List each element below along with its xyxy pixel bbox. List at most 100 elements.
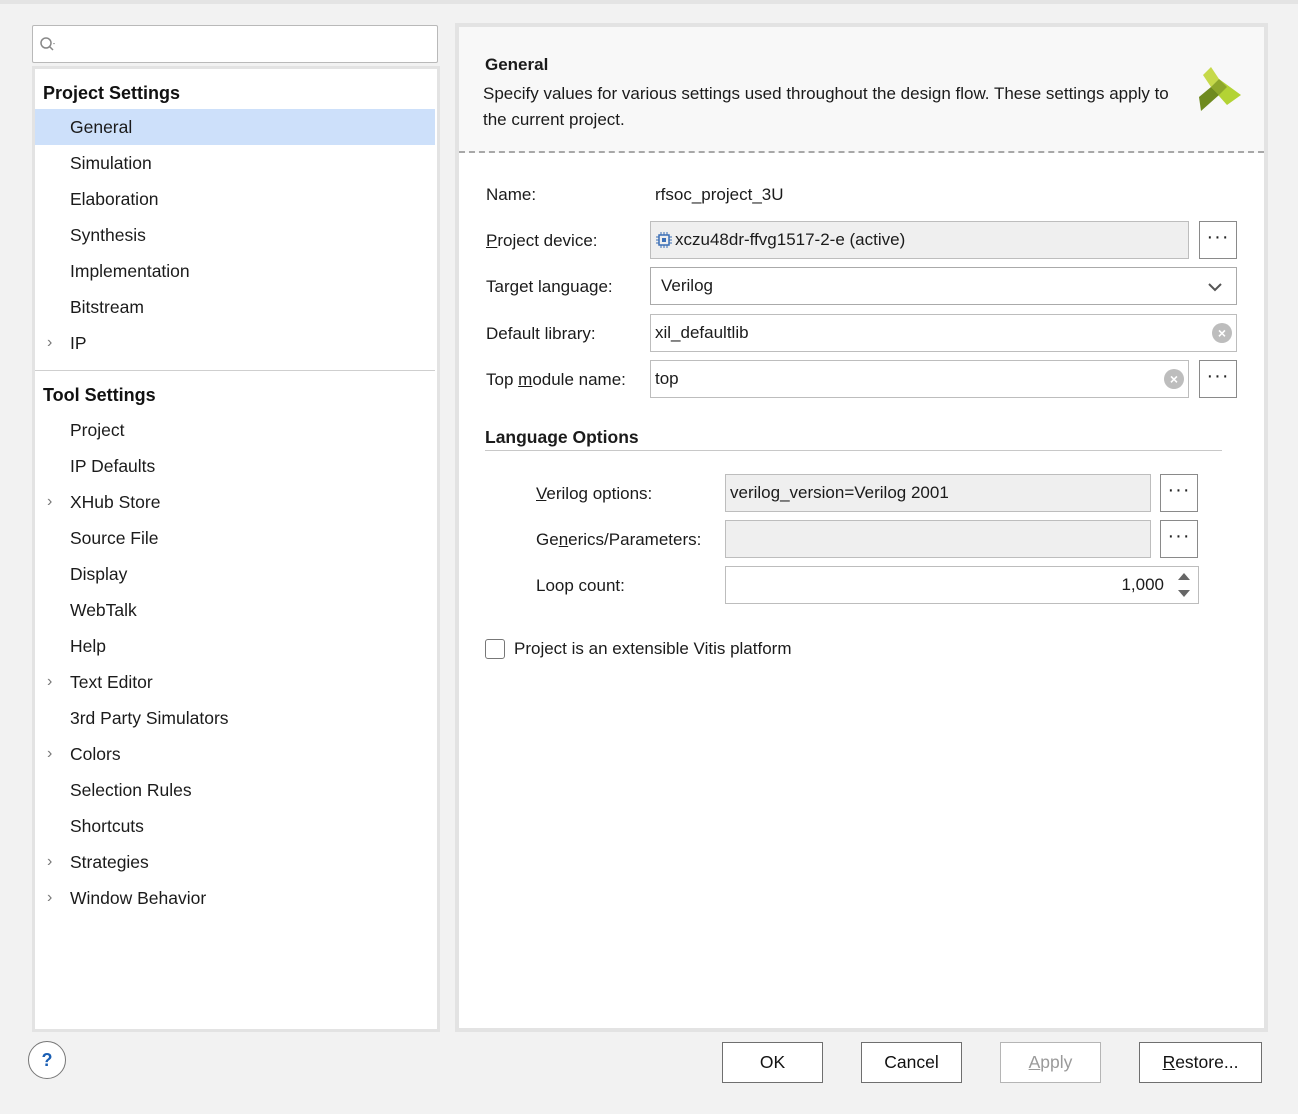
tree-item-label: Project [70,420,125,440]
mnemonic: P [486,231,498,250]
tree-item-label: Text Editor [70,672,153,692]
category-project-settings: Project Settings [43,83,181,103]
tree-item-webtalk[interactable]: WebTalk [35,592,435,628]
tree-item-label: XHub Store [70,492,161,512]
label-part: odule name: [532,370,626,389]
tree-item-text-editor[interactable]: › Text Editor [35,664,435,700]
project-device-label: Project device: [486,231,598,251]
target-language-dropdown[interactable]: Verilog [650,267,1237,305]
tree-item-display[interactable]: Display [35,556,435,592]
help-button[interactable]: ? [28,1041,66,1079]
tree-item-label: Simulation [70,153,152,173]
cancel-button[interactable]: Cancel [861,1042,962,1083]
general-settings-panel: General Specify values for various setti… [455,23,1268,1032]
tree-item-label: 3rd Party Simulators [70,708,229,728]
chevron-right-icon[interactable]: › [47,844,59,880]
tree-item-label: Colors [70,744,121,764]
vitis-platform-label: Project is an extensible Vitis platform [514,639,792,658]
name-label: Name: [486,185,537,204]
language-options-heading: Language Options [485,427,639,447]
tree-item-selection-rules[interactable]: Selection Rules [35,772,435,808]
tree-item-general[interactable]: General [35,109,435,145]
mnemonic: A [1028,1052,1041,1072]
loop-count-spinner[interactable]: 1,000 [725,566,1199,604]
tree-item-help[interactable]: Help [35,628,435,664]
verilog-options-field[interactable]: verilog_version=Verilog 2001 [725,474,1151,512]
tree-item-elaboration[interactable]: Elaboration [35,181,435,217]
default-library-value: xil_defaultlib [655,323,749,342]
panel-header: General Specify values for various setti… [459,27,1264,153]
tree-item-label: Help [70,636,106,656]
search-icon [40,37,55,51]
select-device-button[interactable]: ··· [1199,221,1237,259]
tree-item-label: Strategies [70,852,149,872]
page-title: General [485,55,549,74]
tree-item-label: Bitstream [70,297,144,317]
tree-item-label: Source File [70,528,159,548]
page-description: Specify values for various settings used… [483,84,1169,129]
apply-button[interactable]: Apply [1000,1042,1101,1083]
restore-button[interactable]: Restore... [1139,1042,1262,1083]
label-part: erics/Parameters: [568,530,702,549]
mnemonic: m [518,370,533,389]
chevron-right-icon[interactable]: › [47,736,59,772]
generics-parameters-field[interactable] [725,520,1151,558]
tree-item-label: Selection Rules [70,780,192,800]
tree-item-xhub-store[interactable]: › XHub Store [35,484,435,520]
clear-icon[interactable]: × [1164,369,1184,389]
tree-divider [35,370,435,371]
tree-item-colors[interactable]: › Colors [35,736,435,772]
tree-item-ip-defaults[interactable]: IP Defaults [35,448,435,484]
tree-item-strategies[interactable]: › Strategies [35,844,435,880]
tree-item-3rd-party-simulators[interactable]: 3rd Party Simulators [35,700,435,736]
chevron-right-icon[interactable]: › [47,484,59,520]
verilog-options-label: Verilog options: [536,484,652,504]
tree-item-label: WebTalk [70,600,137,620]
generics-parameters-label: Generics/Parameters: [536,530,701,550]
settings-search-input[interactable] [32,25,438,63]
vitis-platform-checkbox[interactable] [485,639,505,659]
mnemonic: R [1162,1052,1176,1072]
category-tool-settings: Tool Settings [43,385,156,405]
chevron-right-icon[interactable]: › [47,664,59,700]
tree-item-project[interactable]: Project [35,412,435,448]
tree-item-shortcuts[interactable]: Shortcuts [35,808,435,844]
tree-item-synthesis[interactable]: Synthesis [35,217,435,253]
top-module-name-value: top [655,369,679,388]
section-divider [485,450,1222,451]
spinner-down-icon[interactable] [1178,590,1190,597]
top-module-name-input[interactable]: top × [650,360,1189,398]
ok-button[interactable]: OK [722,1042,823,1083]
default-library-input[interactable]: xil_defaultlib × [650,314,1237,352]
tree-item-label: Shortcuts [70,816,144,836]
clear-icon[interactable]: × [1212,323,1232,343]
tree-item-bitstream[interactable]: Bitstream [35,289,435,325]
edit-verilog-options-button[interactable]: ··· [1160,474,1198,512]
default-library-label: Default library: [486,324,596,343]
mnemonic: n [558,530,569,549]
tree-item-label: IP Defaults [70,456,156,476]
project-device-field[interactable]: xczu48dr-ffvg1517-2-e (active) [650,221,1189,259]
chevron-down-icon [1208,283,1222,292]
edit-generics-button[interactable]: ··· [1160,520,1198,558]
tree-item-simulation[interactable]: Simulation [35,145,435,181]
project-name-value: rfsoc_project_3U [655,185,784,204]
target-language-value: Verilog [661,276,713,295]
label-part: estore... [1175,1052,1239,1072]
tree-item-window-behavior[interactable]: › Window Behavior [35,880,435,916]
chevron-right-icon[interactable]: › [47,325,59,361]
loop-count-value: 1,000 [1121,575,1164,594]
tree-item-ip[interactable]: › IP [35,325,435,361]
chevron-right-icon[interactable]: › [47,880,59,916]
tree-item-implementation[interactable]: Implementation [35,253,435,289]
settings-tree: Project Settings General Simulation Elab… [32,66,440,1032]
select-top-module-button[interactable]: ··· [1199,360,1237,398]
tree-item-source-file[interactable]: Source File [35,520,435,556]
mnemonic: V [536,484,547,503]
tree-item-label: IP [70,333,87,353]
tree-item-label: Window Behavior [70,888,207,908]
loop-count-label: Loop count: [536,576,625,595]
label-part: Ge [536,530,559,549]
spinner-up-icon[interactable] [1178,573,1190,580]
xilinx-logo-icon [1199,67,1241,111]
